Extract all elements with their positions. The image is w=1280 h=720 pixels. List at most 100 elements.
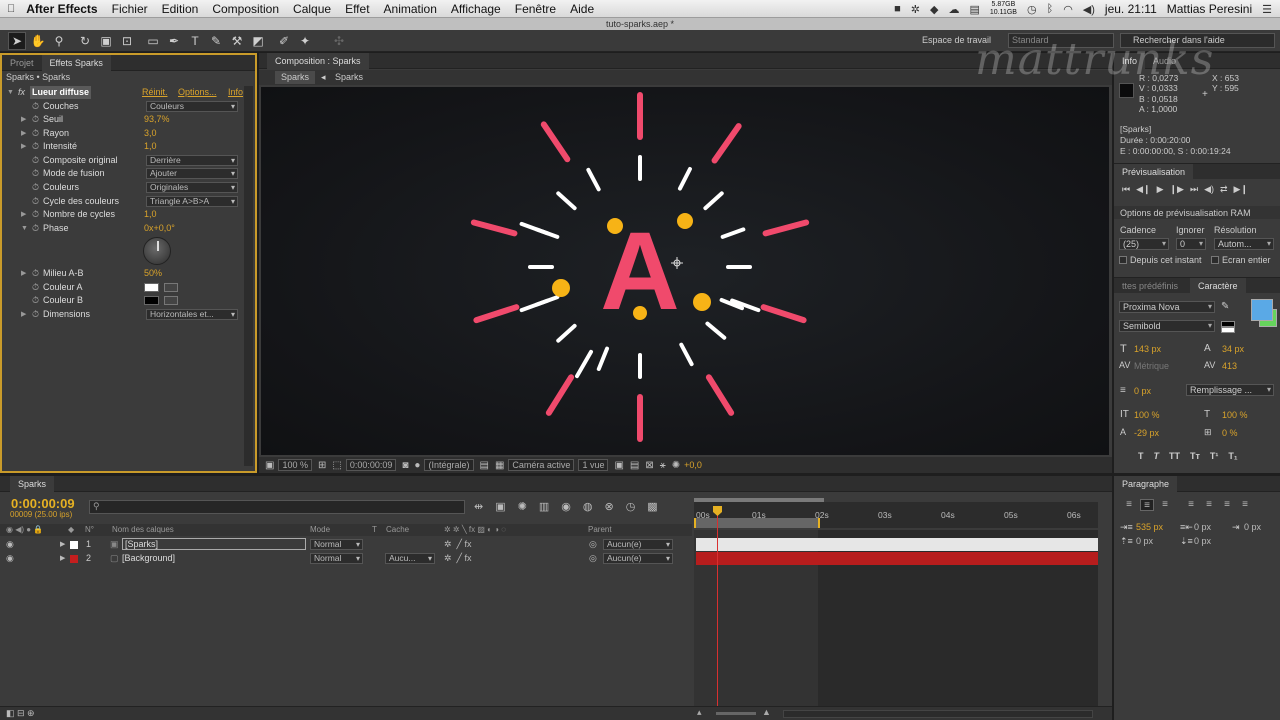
stats-icon[interactable]: ▤ [969, 3, 979, 16]
resolution-select[interactable]: (Intégrale) [424, 459, 474, 471]
horizontal-scale-value[interactable]: 100 % [1222, 410, 1248, 420]
layer-name[interactable]: [Sparks] [122, 538, 306, 550]
clone-tool-icon[interactable]: ⚒ [228, 32, 246, 50]
wifi-icon[interactable]: ◠ [1063, 3, 1073, 16]
fast-preview-icon[interactable]: ▤ [630, 460, 639, 471]
channels-icon[interactable]: ● [414, 460, 420, 471]
stopwatch-icon[interactable]: ⏱ [32, 222, 39, 235]
font-style-select[interactable]: Semibold [1119, 320, 1215, 332]
expand-triangle-icon[interactable]: ▶ [21, 127, 26, 140]
pen-tool-icon[interactable]: ✒ [165, 32, 183, 50]
nb-cycles-value[interactable]: 1,0 [144, 208, 157, 221]
pan-behind-tool-icon[interactable]: ⊡ [118, 32, 136, 50]
resolution-select[interactable]: Autom... [1214, 238, 1274, 250]
stroke-width-value[interactable]: 0 px [1134, 386, 1151, 396]
expand-triangle-icon[interactable]: ▶ [21, 267, 26, 280]
tab-info[interactable]: Info [1114, 52, 1146, 69]
white-swatch[interactable] [1221, 327, 1235, 333]
eyedropper-icon[interactable] [164, 296, 178, 305]
expand-triangle-icon[interactable]: ▶ [21, 308, 26, 321]
puppet-tool-icon[interactable]: ✦ [296, 32, 314, 50]
user-name[interactable]: Mattias Peresini [1167, 2, 1252, 16]
tab-paragraph[interactable]: Paragraphe [1114, 475, 1178, 492]
label-color-swatch[interactable] [70, 541, 78, 549]
expand-triangle-icon[interactable]: ▶ [21, 113, 26, 126]
tab-audio[interactable]: Audio [1145, 53, 1184, 69]
justify-center-icon[interactable]: ≡ [1202, 499, 1216, 511]
indent-right-value[interactable]: 0 px [1194, 522, 1211, 532]
exposure-icon[interactable]: ✺ [672, 460, 680, 471]
timeline-hscrollbar[interactable] [783, 710, 1093, 718]
menu-animation[interactable]: Animation [377, 2, 444, 16]
fullscreen-checkbox[interactable] [1211, 256, 1219, 264]
views-select[interactable]: 1 vue [578, 459, 609, 471]
reset-link[interactable]: Réinit. [142, 86, 168, 99]
shy-icon[interactable]: ✺ [518, 500, 527, 513]
list-icon[interactable]: ☰ [1262, 3, 1272, 16]
cloud-icon[interactable]: ☁ [948, 3, 959, 16]
milieu-value[interactable]: 50% [144, 267, 162, 280]
type-tool-icon[interactable]: T [186, 32, 204, 50]
dimensions-dropdown[interactable]: Horizontales et... [146, 309, 238, 320]
camera-icon[interactable]: ■ [894, 3, 901, 15]
stopwatch-icon[interactable]: ⏱ [32, 167, 39, 180]
camera-tool-icon[interactable]: ▣ [97, 32, 115, 50]
zoom-tool-icon[interactable]: ⚲ [50, 32, 68, 50]
mute-icon[interactable]: ◀) [1204, 184, 1214, 195]
space-before-value[interactable]: 0 px [1136, 536, 1153, 546]
draft-3d-icon[interactable]: ▣ [495, 500, 505, 513]
color-a-swatch[interactable] [144, 283, 159, 292]
small-caps-button[interactable]: Tт [1190, 451, 1200, 461]
selection-tool-icon[interactable]: ➤ [8, 31, 26, 50]
stopwatch-icon[interactable]: ⏱ [32, 181, 39, 194]
eyedropper-icon[interactable] [164, 283, 178, 292]
rotate-tool-icon[interactable]: ↻ [76, 32, 94, 50]
cycle-dropdown[interactable]: Triangle A>B>A [146, 196, 238, 207]
ignore-select[interactable]: 0 [1176, 238, 1206, 250]
timeline-timecode[interactable]: 0:00:00:09 [11, 496, 75, 511]
leading-value[interactable]: 34 px [1222, 344, 1244, 354]
loop-icon[interactable]: ⇄ [1220, 184, 1228, 195]
layer-row-2[interactable]: ◉ ▶ 2 ▢ [Background] Normal Aucu... ✲ ╱ … [0, 552, 692, 565]
tsume-value[interactable]: 0 % [1222, 428, 1238, 438]
eraser-tool-icon[interactable]: ◩ [249, 32, 267, 50]
menu-aide[interactable]: Aide [563, 2, 601, 16]
zoom-out-icon[interactable]: ▴ [697, 707, 702, 718]
toggle-pixel-icon[interactable]: ▣ [614, 460, 623, 471]
rectangle-tool-icon[interactable]: ▭ [144, 32, 162, 50]
timeline-icon[interactable]: ⊠ [645, 460, 653, 471]
superscript-button[interactable]: T¹ [1210, 451, 1219, 461]
info-link[interactable]: Info [228, 86, 243, 99]
stopwatch-icon[interactable]: ⏱ [32, 127, 39, 140]
effect-name[interactable]: Lueur diffuse [30, 86, 92, 99]
expand-triangle-icon[interactable]: ▶ [21, 208, 26, 221]
align-right-icon[interactable]: ≡ [1158, 499, 1172, 511]
menu-fichier[interactable]: Fichier [105, 2, 155, 16]
bluetooth-icon[interactable]: ᛒ [1047, 3, 1054, 15]
gear-icon[interactable]: ✲ [911, 3, 920, 16]
menu-calque[interactable]: Calque [286, 2, 338, 16]
region-icon[interactable]: ⬚ [332, 460, 341, 471]
frame-blending-icon[interactable]: ▥ [539, 500, 549, 513]
time-machine-icon[interactable]: ◷ [1027, 3, 1037, 16]
expand-triangle-icon[interactable]: ▶ [21, 140, 26, 153]
roto-tool-icon[interactable]: ✐ [275, 32, 293, 50]
clock[interactable]: jeu. 21:11 [1105, 2, 1157, 16]
ram-preview-icon[interactable]: ▶❙ [1234, 184, 1248, 195]
seuil-value[interactable]: 93,7% [144, 113, 170, 126]
menu-edition[interactable]: Edition [155, 2, 206, 16]
first-line-value[interactable]: 0 px [1244, 522, 1261, 532]
menu-effet[interactable]: Effet [338, 2, 376, 16]
phase-dial[interactable] [143, 237, 171, 265]
pickwhip-icon[interactable]: ◎ [589, 538, 597, 551]
menu-composition[interactable]: Composition [205, 2, 286, 16]
next-frame-icon[interactable]: ❙▶ [1170, 184, 1184, 195]
expand-triangle-icon[interactable]: ▼ [21, 222, 28, 235]
transparency-grid-icon[interactable]: ▦ [495, 460, 504, 471]
intensite-value[interactable]: 1,0 [144, 140, 157, 153]
time-ruler[interactable]: 00s 01s 02s 03s 04s 05s 06s [694, 498, 1098, 528]
expand-triangle-icon[interactable]: ▼ [7, 86, 14, 99]
justify-right-icon[interactable]: ≡ [1220, 499, 1234, 511]
flowchart-icon[interactable]: ⚹ [660, 460, 666, 471]
zoom-slider[interactable] [716, 712, 756, 715]
